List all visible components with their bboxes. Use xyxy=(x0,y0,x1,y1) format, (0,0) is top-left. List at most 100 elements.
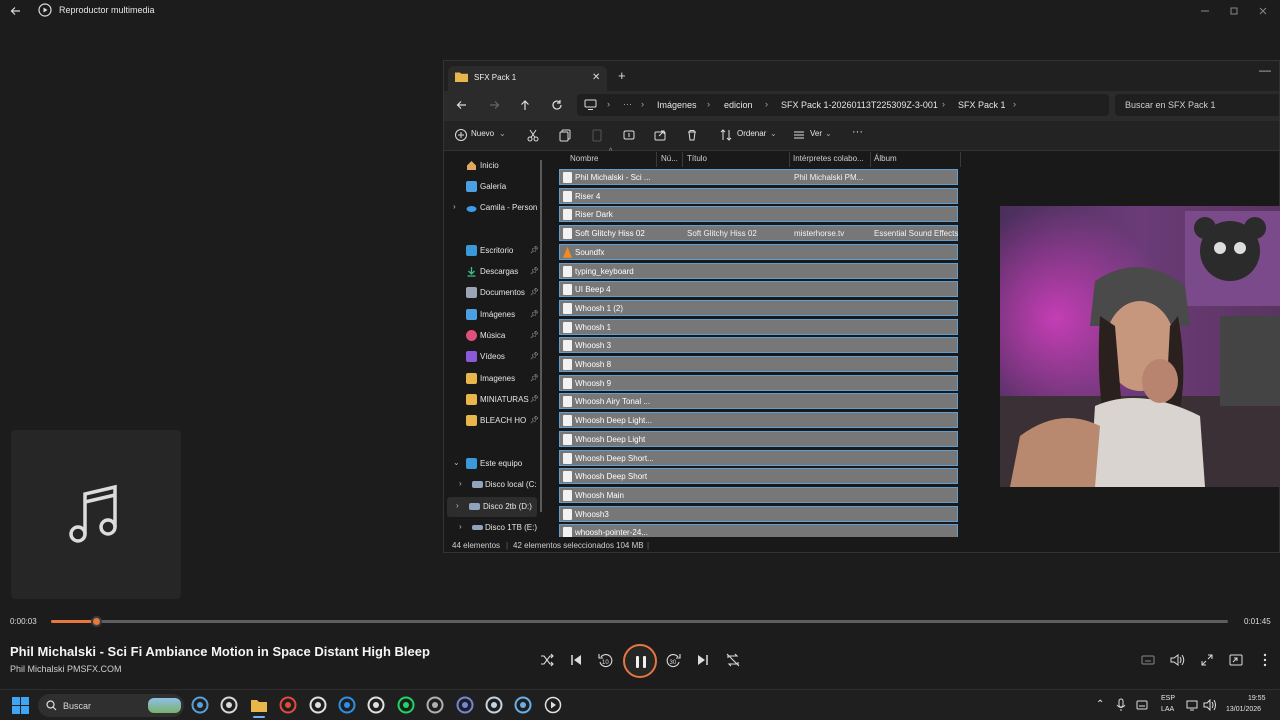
column-header-number[interactable]: Nú... xyxy=(661,154,678,163)
pin-icon[interactable]: 📌︎ xyxy=(530,246,539,254)
file-row[interactable]: Whoosh Main xyxy=(559,486,958,503)
explorer-tab[interactable]: SFX Pack 1 ✕ xyxy=(448,66,607,91)
shuffle-icon[interactable] xyxy=(539,652,555,668)
pin-icon[interactable]: 📌︎ xyxy=(530,416,539,424)
microphone-icon[interactable] xyxy=(1116,698,1126,712)
nav-item-desktop[interactable]: Escritorio 📌︎ xyxy=(444,241,544,261)
nav-item-onedrive[interactable]: › Camila - Person xyxy=(444,198,544,218)
next-icon[interactable] xyxy=(695,652,711,668)
nav-item-downloads[interactable]: Descargas 📌︎ xyxy=(444,262,544,282)
file-row[interactable]: Soft Glitchy Hiss 02 Soft Glitchy Hiss 02… xyxy=(559,225,958,242)
nav-item-disk-d[interactable]: › Disco 2tb (D:) xyxy=(447,497,537,517)
expand-chevron-icon[interactable]: › xyxy=(456,501,459,510)
forward-30-icon[interactable]: 30 xyxy=(666,652,682,668)
steam-vr-icon[interactable] xyxy=(485,696,503,714)
file-row[interactable]: Whoosh Airy Tonal ... xyxy=(559,393,958,410)
column-header-artists[interactable]: Intérpretes colabo... xyxy=(793,154,864,163)
network-icon[interactable] xyxy=(1186,699,1198,711)
vegas-icon[interactable] xyxy=(514,696,532,714)
speaker-icon[interactable] xyxy=(1203,699,1216,711)
obs-icon[interactable] xyxy=(309,696,327,714)
column-header-title[interactable]: Título xyxy=(687,154,707,163)
file-row[interactable]: Whoosh Deep Short xyxy=(559,468,958,485)
file-row[interactable]: typing_keyboard xyxy=(559,262,958,279)
tray-chevron-icon[interactable]: ⌃ xyxy=(1096,699,1104,710)
media-player-icon[interactable] xyxy=(544,696,562,714)
nav-item-disk-c[interactable]: › Disco local (C: xyxy=(450,475,544,495)
rewind-10-icon[interactable]: 10 xyxy=(597,652,613,668)
pin-icon[interactable]: 📌︎ xyxy=(530,395,539,403)
view-icon[interactable] xyxy=(792,128,806,142)
explorer-minimize-icon[interactable]: — xyxy=(1259,63,1271,77)
gamepad-icon[interactable] xyxy=(426,696,444,714)
breadcrumb-sfx-pack-zip[interactable]: SFX Pack 1-20260113T225309Z-3-001 xyxy=(781,100,938,110)
breadcrumb-sfx-pack-1[interactable]: SFX Pack 1 xyxy=(958,100,1006,110)
column-divider[interactable] xyxy=(789,152,790,167)
paste-icon[interactable] xyxy=(590,128,604,142)
file-row[interactable]: Whoosh 1 (2) xyxy=(559,299,958,316)
breadcrumb-imagenes[interactable]: Imágenes xyxy=(657,100,697,110)
file-row[interactable]: Whoosh3 xyxy=(559,505,958,522)
delete-icon[interactable] xyxy=(685,128,699,142)
nav-item-bleach[interactable]: BLEACH HO 📌︎ xyxy=(444,411,544,431)
back-arrow-icon[interactable] xyxy=(8,3,24,19)
file-row[interactable]: UI Beep 4 xyxy=(559,281,958,298)
new-button[interactable]: Nuevo xyxy=(471,129,494,138)
view-chevron-icon[interactable]: ⌄ xyxy=(825,129,832,138)
forward-icon[interactable] xyxy=(486,97,502,113)
file-row[interactable]: Whoosh 8 xyxy=(559,356,958,372)
repeat-off-icon[interactable] xyxy=(725,652,741,668)
miniplayer-icon[interactable] xyxy=(1140,652,1156,668)
pin-icon[interactable]: 📌︎ xyxy=(530,267,539,275)
column-header-name[interactable]: Nombre xyxy=(570,154,598,163)
windows-start-icon[interactable] xyxy=(12,697,29,714)
keyboard-icon[interactable] xyxy=(1136,699,1148,711)
column-divider[interactable] xyxy=(682,152,683,167)
expand-chevron-icon[interactable]: › xyxy=(453,202,456,211)
pause-button[interactable] xyxy=(623,644,657,678)
file-row[interactable]: Soundfx xyxy=(559,243,958,260)
sort-chevron-icon[interactable]: ⌄ xyxy=(770,129,777,138)
file-row[interactable]: Whoosh 3 xyxy=(559,337,958,354)
sort-icon[interactable] xyxy=(719,128,733,142)
column-divider[interactable] xyxy=(870,152,871,167)
file-row[interactable]: Riser 4 xyxy=(559,187,958,204)
pin-icon[interactable]: 📌︎ xyxy=(530,310,539,318)
nav-item-music[interactable]: Música 📌︎ xyxy=(444,326,544,346)
nav-item-documents[interactable]: Documentos 📌︎ xyxy=(444,283,544,303)
nav-scrollbar[interactable] xyxy=(540,160,542,512)
new-tab-icon[interactable]: + xyxy=(618,68,626,83)
nav-item-pictures[interactable]: Imágenes 📌︎ xyxy=(444,305,544,325)
minimize-icon[interactable] xyxy=(1198,4,1212,18)
file-row[interactable]: Whoosh 9 xyxy=(559,374,958,391)
collapse-chevron-icon[interactable]: ⌄ xyxy=(453,458,460,467)
file-explorer-icon[interactable] xyxy=(250,696,268,718)
discord-icon[interactable] xyxy=(456,696,474,714)
breadcrumb-edicion[interactable]: edicion xyxy=(724,100,753,110)
file-row[interactable]: Phil Michalski - Sci ... Phil Michalski P… xyxy=(559,169,958,185)
previous-icon[interactable] xyxy=(568,652,584,668)
breadcrumb[interactable]: › ··· › Imágenes › edicion › SFX Pack 1-… xyxy=(577,94,1109,116)
cast-icon[interactable] xyxy=(1228,652,1244,668)
clock-time[interactable]: 19:55 xyxy=(1248,695,1266,702)
search-input[interactable]: Buscar en SFX Pack 1 xyxy=(1115,94,1279,116)
seek-bar[interactable] xyxy=(51,620,1228,623)
new-chevron-icon[interactable]: ⌄ xyxy=(499,129,506,138)
more-options-icon[interactable] xyxy=(1257,652,1273,668)
pin-icon[interactable]: 📌︎ xyxy=(530,352,539,360)
expand-chevron-icon[interactable]: › xyxy=(459,479,462,488)
close-icon[interactable] xyxy=(1256,4,1270,18)
pin-icon[interactable]: 📌︎ xyxy=(530,331,539,339)
column-divider[interactable] xyxy=(960,152,961,167)
view-button[interactable]: Ver xyxy=(810,129,822,138)
nav-item-miniaturas[interactable]: MINIATURAS 📌︎ xyxy=(444,390,544,410)
seek-thumb[interactable] xyxy=(90,616,102,627)
nav-item-home[interactable]: Inicio xyxy=(444,156,544,176)
language-code[interactable]: ESP xyxy=(1161,695,1175,702)
more-options-button[interactable]: ··· xyxy=(852,126,863,138)
nav-item-disk-e[interactable]: › Disco 1TB (E:) xyxy=(450,518,544,538)
back-icon[interactable] xyxy=(454,97,470,113)
edge-icon[interactable] xyxy=(338,696,356,714)
language-layout[interactable]: LAA xyxy=(1161,706,1174,713)
refresh-icon[interactable] xyxy=(549,97,565,113)
